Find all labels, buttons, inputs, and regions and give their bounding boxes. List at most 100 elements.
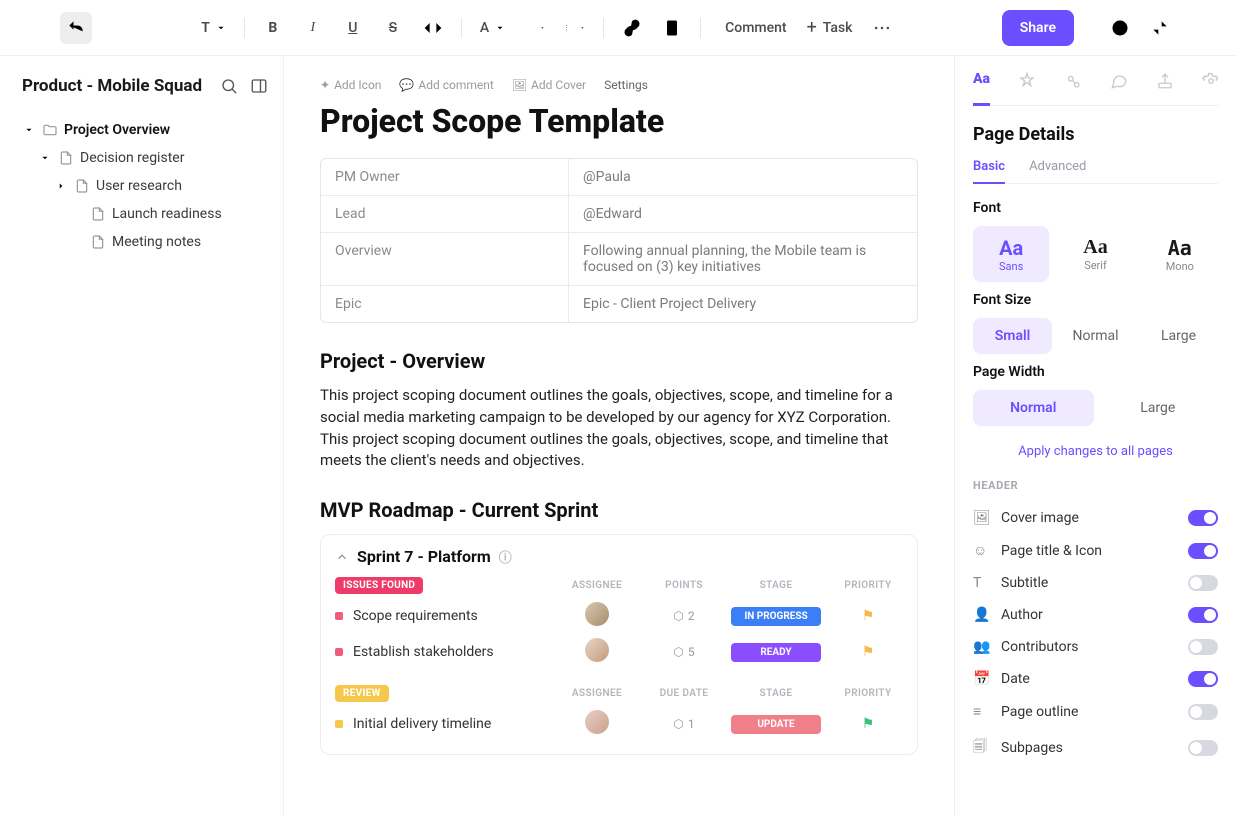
flag-icon[interactable]: ⚑	[860, 644, 876, 660]
font-serif[interactable]: AaSerif	[1057, 226, 1133, 282]
tree-label: Project Overview	[64, 122, 170, 138]
doc-actions: ✦ Add Icon 💬 Add comment 🖼 Add Cover Set…	[320, 78, 918, 92]
toggle-title[interactable]	[1188, 543, 1218, 559]
toggle-contributors[interactable]	[1188, 639, 1218, 655]
size-small[interactable]: Small	[973, 318, 1052, 354]
points-cell[interactable]: ⬡ 1	[649, 717, 719, 731]
more-icon[interactable]	[866, 12, 898, 44]
settings-action[interactable]: Settings	[604, 78, 648, 92]
tree-label: Meeting notes	[112, 234, 201, 250]
prop-key: Lead	[321, 196, 569, 232]
tab-comment-icon[interactable]	[1110, 72, 1128, 90]
prop-value[interactable]: Following annual planning, the Mobile te…	[569, 233, 917, 285]
history-icon[interactable]	[1104, 12, 1136, 44]
roadmap-heading[interactable]: MVP Roadmap - Current Sprint	[320, 498, 918, 522]
sprint-header[interactable]: Sprint 7 - Platform ⓘ	[335, 547, 903, 566]
undo-button[interactable]	[60, 12, 92, 44]
flag-icon[interactable]: ⚑	[860, 716, 876, 732]
width-large[interactable]: Large	[1098, 390, 1219, 426]
prop-value[interactable]: @Edward	[569, 196, 917, 232]
link-button[interactable]	[616, 12, 648, 44]
apply-all-link[interactable]: Apply changes to all pages	[973, 444, 1218, 459]
row-subpages: 🗐Subpages	[973, 728, 1218, 768]
panel-icon[interactable]	[249, 76, 269, 96]
task-row[interactable]: Establish stakeholders	[335, 640, 545, 664]
tree-item-launch-readiness[interactable]: Launch readiness	[22, 200, 269, 228]
points-cell[interactable]: ⬡ 2	[649, 609, 719, 623]
bookmark-button[interactable]	[656, 12, 688, 44]
subtab-basic[interactable]: Basic	[973, 159, 1005, 184]
toggle-date[interactable]	[1188, 671, 1218, 687]
width-normal[interactable]: Normal	[973, 390, 1094, 426]
group-pill-issues: ISSUES FOUND	[335, 577, 423, 594]
task-row[interactable]: Initial delivery timeline	[335, 712, 545, 736]
search-icon[interactable]	[219, 76, 239, 96]
text-icon: T	[973, 575, 991, 591]
text-style-dropdown[interactable]: T	[195, 12, 232, 44]
prop-value[interactable]: @Paula	[569, 159, 917, 195]
info-icon: ⓘ	[499, 547, 512, 566]
add-icon-action[interactable]: ✦ Add Icon	[320, 78, 381, 92]
tree-item-meeting-notes[interactable]: Meeting notes	[22, 228, 269, 256]
add-cover-action[interactable]: 🖼 Add Cover	[512, 78, 586, 92]
toggle-cover[interactable]	[1188, 510, 1218, 526]
points-cell[interactable]: ⬡ 5	[649, 645, 719, 659]
tree-item-project-overview[interactable]: Project Overview	[22, 116, 269, 144]
menu-icon[interactable]	[20, 12, 52, 44]
avatar[interactable]	[585, 638, 609, 662]
size-large[interactable]: Large	[1139, 318, 1218, 354]
tab-export-icon[interactable]	[1156, 72, 1174, 90]
task-row[interactable]: Scope requirements	[335, 604, 545, 628]
prop-key: PM Owner	[321, 159, 569, 195]
file-icon	[90, 206, 106, 222]
add-comment-action[interactable]: 💬 Add comment	[399, 78, 493, 92]
user-icon: 👤	[973, 607, 991, 623]
row-contributors: 👥Contributors	[973, 631, 1218, 663]
comment-button[interactable]: Comment	[713, 12, 792, 44]
tree-item-decision-register[interactable]: Decision register	[22, 144, 269, 172]
toggle-author[interactable]	[1188, 607, 1218, 623]
overview-heading[interactable]: Project - Overview	[320, 349, 918, 373]
subtab-advanced[interactable]: Advanced	[1029, 159, 1086, 175]
font-sans[interactable]: AaSans	[973, 226, 1049, 282]
col-priority: PRIORITY	[833, 580, 903, 591]
tab-tag-icon[interactable]	[1064, 72, 1082, 90]
task-button[interactable]: +Task	[801, 12, 859, 44]
top-toolbar: T B I U S A Comment +Task Share	[0, 0, 1236, 56]
list-dropdown[interactable]	[559, 12, 591, 44]
workspace-title: Product - Mobile Squad	[22, 76, 202, 96]
close-icon[interactable]	[1184, 12, 1216, 44]
stage-pill[interactable]: IN PROGRESS	[731, 607, 821, 626]
flag-icon[interactable]: ⚑	[860, 608, 876, 624]
row-title: ☺Page title & Icon	[973, 534, 1218, 567]
align-dropdown[interactable]	[519, 12, 551, 44]
avatar[interactable]	[585, 710, 609, 734]
page-title[interactable]: Project Scope Template	[320, 102, 918, 140]
prop-value[interactable]: Epic - Client Project Delivery	[569, 286, 917, 322]
col-due: DUE DATE	[649, 688, 719, 699]
stage-pill[interactable]: READY	[731, 643, 821, 662]
italic-button[interactable]: I	[297, 12, 329, 44]
toggle-outline[interactable]	[1188, 704, 1218, 720]
file-icon	[58, 150, 74, 166]
stage-pill[interactable]: UPDATE	[731, 715, 821, 734]
tab-settings-icon[interactable]	[1202, 72, 1220, 90]
font-mono[interactable]: AaMono	[1142, 226, 1218, 282]
tree-item-user-research[interactable]: User research	[22, 172, 269, 200]
strike-button[interactable]: S	[377, 12, 409, 44]
size-normal[interactable]: Normal	[1056, 318, 1135, 354]
tab-styles-icon[interactable]	[1018, 72, 1036, 90]
underline-button[interactable]: U	[337, 12, 369, 44]
code-button[interactable]	[417, 12, 449, 44]
col-points: POINTS	[649, 580, 719, 591]
text-color-dropdown[interactable]: A	[474, 12, 511, 44]
collapse-icon[interactable]	[1144, 12, 1176, 44]
bold-button[interactable]: B	[257, 12, 289, 44]
tab-text[interactable]: Aa	[973, 56, 990, 106]
toggle-subpages[interactable]	[1188, 740, 1218, 756]
share-button[interactable]: Share	[1002, 10, 1074, 46]
pages-icon: 🗐	[973, 736, 991, 760]
avatar[interactable]	[585, 602, 609, 626]
overview-paragraph[interactable]: This project scoping document outlines t…	[320, 385, 918, 472]
toggle-subtitle[interactable]	[1188, 575, 1218, 591]
